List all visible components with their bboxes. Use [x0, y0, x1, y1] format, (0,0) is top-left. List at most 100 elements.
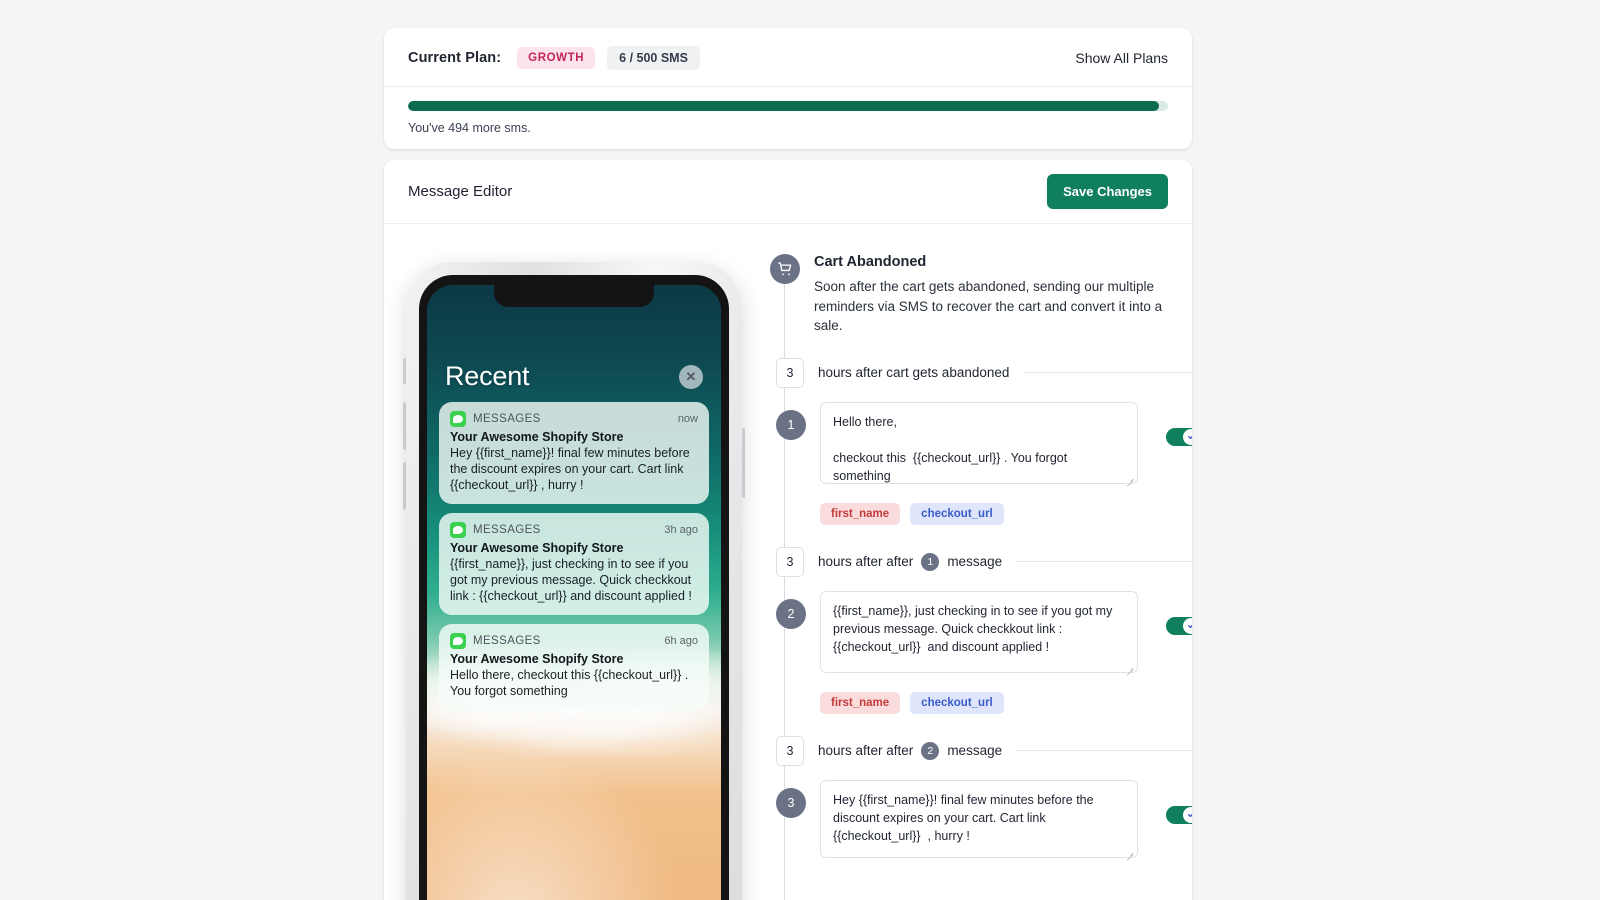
flow-step: 3 hours after cart gets abandoned 1 first_n…	[770, 357, 1192, 525]
phone-preview-column: Recent ✕ MESSAGES now Your Awesome Shopify…	[384, 244, 764, 900]
phone-power-button	[742, 428, 745, 498]
notification-app-name: MESSAGES	[473, 635, 541, 647]
notification-body: Hey {{first_name}}! final few minutes be…	[450, 446, 690, 492]
merge-tag-checkout-url[interactable]: checkout_url	[910, 691, 1004, 714]
toggle-knob	[1183, 617, 1192, 634]
toggle-knob	[1183, 806, 1192, 823]
plan-quota-badge: 6 / 500 SMS	[607, 46, 700, 70]
delay-hours-input[interactable]: 3	[776, 735, 804, 766]
flow-header: Cart Abandoned Soon after the cart gets …	[770, 252, 1192, 336]
notification-card[interactable]: MESSAGES now Your Awesome Shopify Store Hey…	[439, 402, 709, 504]
delay-label-before: hours after cart gets abandoned	[818, 365, 1010, 381]
merge-tag-first-name[interactable]: first_name	[820, 502, 901, 525]
message-textarea-wrapper	[820, 779, 1138, 863]
message-enabled-toggle[interactable]	[1166, 427, 1192, 446]
phone-volume-down-button	[403, 462, 406, 510]
delay-hours-input[interactable]: 3	[776, 357, 804, 388]
flow-step: 3 hours after after 2 message 3	[770, 735, 1192, 863]
sms-usage-progress-fill	[408, 101, 1159, 111]
notification-title: Your Awesome Shopify Store	[450, 652, 624, 666]
step-number-badge: 3	[776, 787, 806, 818]
page-title: Message Editor	[408, 183, 513, 200]
delay-divider	[1016, 750, 1192, 752]
current-plan-label: Current Plan:	[408, 50, 502, 66]
current-plan-card: Current Plan: GROWTH 6 / 500 SMS Show Al…	[384, 28, 1192, 149]
step-number-badge: 1	[776, 409, 806, 440]
message-enabled-toggle[interactable]	[1166, 805, 1192, 824]
phone-screen: Recent ✕ MESSAGES now Your Awesome Shopify…	[427, 285, 721, 900]
delay-reference-step-badge: 1	[921, 552, 940, 571]
message-row: 2	[770, 590, 1192, 678]
show-all-plans-link[interactable]: Show All Plans	[1075, 50, 1168, 66]
phone-notch	[494, 285, 654, 307]
message-textarea[interactable]	[820, 590, 1138, 673]
message-enabled-toggle[interactable]	[1166, 616, 1192, 635]
plan-tier-badge: GROWTH	[517, 47, 596, 69]
notification-header: MESSAGES now	[450, 411, 698, 427]
merge-tag-row: first_name checkout_url	[820, 691, 1192, 714]
notification-time: now	[677, 413, 698, 425]
delay-hours-input[interactable]: 3	[776, 546, 804, 577]
merge-tag-first-name[interactable]: first_name	[820, 691, 901, 714]
toggle-knob	[1183, 428, 1192, 445]
message-textarea[interactable]	[820, 779, 1138, 858]
messages-app-icon	[450, 411, 466, 427]
save-changes-button[interactable]: Save Changes	[1047, 174, 1168, 209]
notification-title: Your Awesome Shopify Store	[450, 430, 624, 444]
step-number-badge: 2	[776, 598, 806, 629]
flow-step: 3 hours after after 1 message 2 first_name che…	[770, 546, 1192, 714]
message-editor-body: Recent ✕ MESSAGES now Your Awesome Shopify…	[384, 224, 1192, 900]
plan-header: Current Plan: GROWTH 6 / 500 SMS Show Al…	[384, 28, 1192, 87]
delay-label: hours after cart gets abandoned	[818, 365, 1009, 380]
delay-divider	[1016, 561, 1192, 563]
delay-row: 3 hours after cart gets abandoned	[770, 357, 1192, 388]
flow-header-text: Cart Abandoned Soon after the cart gets …	[814, 252, 1174, 336]
messages-app-icon	[450, 633, 466, 649]
flow-title: Cart Abandoned	[814, 254, 927, 270]
delay-label-after: message	[947, 743, 1003, 759]
messages-app-icon	[450, 522, 466, 538]
notification-app-name: MESSAGES	[473, 413, 541, 425]
phone-bezel: Recent ✕ MESSAGES now Your Awesome Shopify…	[419, 275, 729, 900]
notification-time: 6h ago	[664, 635, 698, 647]
delay-divider	[1023, 372, 1192, 374]
notification-card[interactable]: MESSAGES 3h ago Your Awesome Shopify Store…	[439, 513, 709, 615]
notification-header: MESSAGES 6h ago	[450, 633, 698, 649]
notification-body: {{first_name}}, just checking in to see …	[450, 557, 692, 603]
message-editor-header: Message Editor Save Changes	[384, 160, 1192, 224]
delay-row: 3 hours after after 1 message	[770, 546, 1192, 577]
notification-header: MESSAGES 3h ago	[450, 522, 698, 538]
plan-body: You've 494 more sms.	[384, 87, 1192, 149]
flow-steps: 3 hours after cart gets abandoned 1 first_n…	[770, 357, 1192, 863]
notification-card[interactable]: MESSAGES 6h ago Your Awesome Shopify Store…	[439, 624, 709, 710]
message-row: 3	[770, 779, 1192, 863]
message-editor-card: Message Editor Save Changes Recent ✕ MES…	[384, 160, 1192, 900]
sms-usage-progress-track	[408, 101, 1168, 111]
phone-volume-up-button	[403, 402, 406, 450]
close-icon[interactable]: ✕	[679, 364, 703, 389]
message-textarea-wrapper	[820, 590, 1138, 678]
notification-list: MESSAGES now Your Awesome Shopify Store Hey…	[427, 402, 721, 710]
message-textarea-wrapper	[820, 401, 1138, 489]
delay-label: hours after after 1 message	[818, 552, 1003, 571]
merge-tag-checkout-url[interactable]: checkout_url	[910, 502, 1004, 525]
sms-remaining-note: You've 494 more sms.	[408, 121, 531, 135]
delay-label-before: hours after after	[818, 743, 914, 759]
notification-title: Your Awesome Shopify Store	[450, 541, 624, 555]
notification-time: 3h ago	[664, 524, 698, 536]
flow-description: Soon after the cart gets abandoned, send…	[814, 279, 1163, 334]
flow-column: Cart Abandoned Soon after the cart gets …	[764, 244, 1192, 900]
delay-reference-step-badge: 2	[921, 741, 940, 760]
delay-label-after: message	[947, 554, 1003, 570]
phone-mute-button	[403, 358, 406, 384]
app-page: Current Plan: GROWTH 6 / 500 SMS Show Al…	[0, 0, 1600, 900]
delay-row: 3 hours after after 2 message	[770, 735, 1192, 766]
notification-app-name: MESSAGES	[473, 524, 541, 536]
phone-mockup: Recent ✕ MESSAGES now Your Awesome Shopify…	[403, 262, 745, 900]
message-row: 1	[770, 401, 1192, 489]
recent-title: Recent	[445, 361, 530, 391]
notification-body: Hello there, checkout this {{checkout_ur…	[450, 668, 689, 698]
merge-tag-row: first_name checkout_url	[820, 502, 1192, 525]
shopping-cart-icon	[770, 254, 800, 284]
message-textarea[interactable]	[820, 401, 1138, 484]
